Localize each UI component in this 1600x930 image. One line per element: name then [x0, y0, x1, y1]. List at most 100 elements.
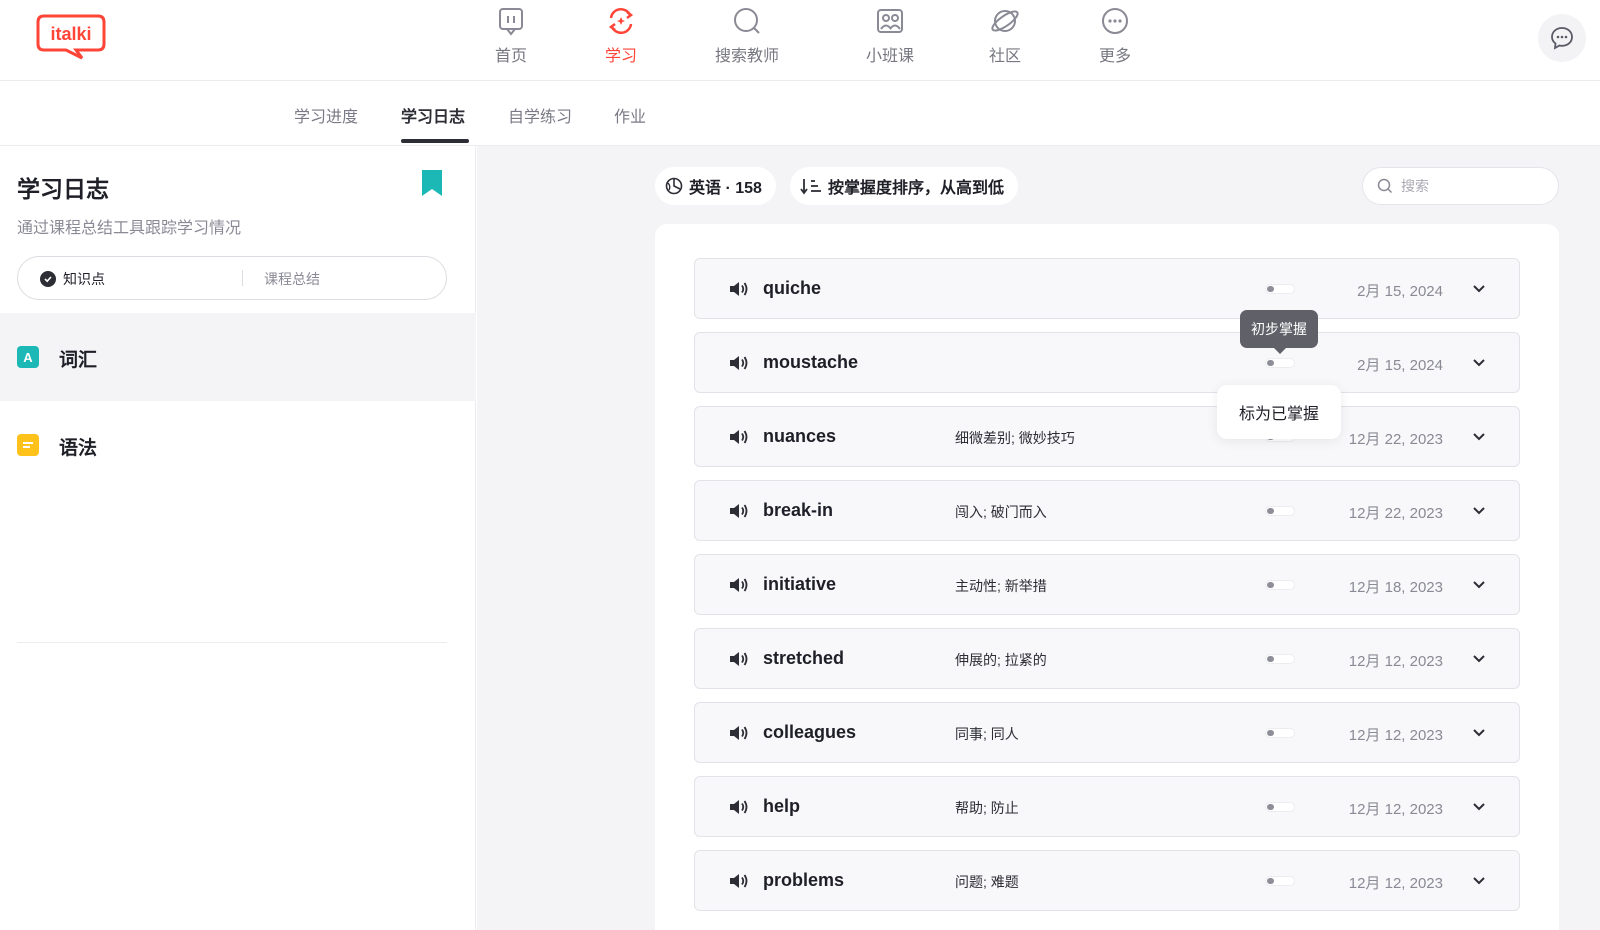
italki-logo[interactable]: italki	[36, 14, 106, 60]
vocab-date: 12月 18, 2023	[1348, 579, 1443, 596]
group-class-icon	[877, 9, 903, 33]
chevron-down-icon[interactable]	[1472, 653, 1486, 665]
sort-descending-icon	[800, 179, 821, 195]
mastery-toggle-knob	[1267, 804, 1274, 810]
vocab-row[interactable]: colleagues 同事; 同人 12月 12, 2023	[694, 702, 1520, 763]
mastery-toggle-knob	[1267, 508, 1274, 514]
speaker-icon[interactable]	[729, 798, 749, 816]
nav-item-learn[interactable]: 学习	[576, 6, 666, 72]
segment-knowledge-points[interactable]: 知识点	[40, 269, 105, 289]
nav-label: 小班课	[865, 48, 914, 65]
speaker-icon[interactable]	[729, 576, 749, 594]
speaker-icon[interactable]	[729, 428, 749, 446]
language-pill-label: 英语 · 158	[689, 180, 762, 197]
vocab-row[interactable]: initiative 主动性; 新举措 12月 18, 2023	[694, 554, 1520, 615]
sidebar-item-grammar[interactable]: 语法	[0, 401, 476, 489]
search-icon	[1377, 178, 1393, 194]
vocab-date: 12月 12, 2023	[1348, 727, 1443, 744]
mastery-toggle[interactable]	[1265, 802, 1295, 812]
mastery-toggle[interactable]	[1265, 580, 1295, 590]
vocab-row[interactable]: nuances 细微差别; 微妙技巧 12月 22, 2023	[694, 406, 1520, 467]
community-icon	[991, 10, 1019, 32]
vocab-word: moustache	[763, 352, 859, 372]
bookmark-icon[interactable]	[422, 170, 442, 196]
search-teacher-icon	[734, 8, 760, 34]
search-input[interactable]	[1401, 178, 1541, 194]
mastery-toggle-knob	[1267, 730, 1274, 736]
vocab-word: break-in	[763, 500, 834, 520]
speaker-icon[interactable]	[729, 354, 749, 372]
speaker-icon[interactable]	[729, 872, 749, 890]
language-filter-pill[interactable]: 英语 · 158	[655, 167, 776, 205]
speaker-icon[interactable]	[729, 280, 749, 298]
vocab-word: quiche	[763, 278, 822, 298]
vocab-definition: 问题; 难题	[955, 874, 1019, 890]
vocab-date: 2月 15, 2024	[1357, 357, 1443, 374]
mastery-toggle[interactable]	[1265, 358, 1295, 368]
vocab-row[interactable]: problems 问题; 难题 12月 12, 2023	[694, 850, 1520, 911]
mastery-toggle[interactable]	[1265, 506, 1295, 516]
tab-learning-log[interactable]: 学习日志	[401, 103, 465, 127]
tab-progress[interactable]: 学习进度	[294, 103, 358, 127]
nav-item-community[interactable]: 社区	[960, 6, 1050, 72]
nav-label: 搜索教师	[714, 48, 779, 65]
chevron-down-icon[interactable]	[1472, 727, 1486, 739]
segment-divider	[242, 270, 243, 286]
sort-pill[interactable]: 按掌握度排序，从高到低	[790, 167, 1019, 205]
chevron-down-icon[interactable]	[1472, 431, 1486, 443]
mastery-toggle[interactable]	[1265, 876, 1295, 886]
active-tab-indicator	[401, 139, 469, 143]
more-icon	[1102, 8, 1128, 34]
nav-item-home[interactable]: 首页	[466, 6, 556, 72]
speaker-icon[interactable]	[729, 502, 749, 520]
speaker-icon[interactable]	[729, 724, 749, 742]
nav-label: 首页	[494, 48, 527, 65]
sub-tabs: 学习进度 学习日志 自学练习 作业	[0, 81, 1600, 146]
vocab-word: help	[763, 796, 801, 816]
vocab-row[interactable]: help 帮助; 防止 12月 12, 2023	[694, 776, 1520, 837]
vocab-word: initiative	[763, 574, 837, 594]
vocab-date: 2月 15, 2024	[1357, 283, 1443, 300]
mark-mastered-button[interactable]: 标为已掌握	[1217, 385, 1341, 439]
home-icon	[499, 8, 523, 36]
vocab-date: 12月 22, 2023	[1348, 505, 1443, 522]
messages-button[interactable]	[1538, 14, 1586, 62]
mastery-toggle[interactable]	[1265, 284, 1295, 294]
vocab-row[interactable]: quiche 2月 15, 2024	[694, 258, 1520, 319]
mastery-toggle-knob	[1267, 360, 1274, 366]
mastery-toggle-knob	[1267, 656, 1274, 662]
tab-self-practice[interactable]: 自学练习	[508, 103, 572, 127]
speaker-icon[interactable]	[729, 650, 749, 668]
vocab-row[interactable]: moustache 2月 15, 2024	[694, 332, 1520, 393]
chevron-down-icon[interactable]	[1472, 801, 1486, 813]
nav-item-search-teacher[interactable]: 搜索教师	[702, 6, 792, 72]
search-box[interactable]	[1362, 167, 1559, 205]
sidebar-item-vocabulary[interactable]: A 词汇	[0, 313, 476, 401]
grammar-badge-icon	[17, 434, 39, 456]
vocab-date: 12月 12, 2023	[1348, 653, 1443, 670]
tab-homework[interactable]: 作业	[614, 103, 646, 127]
chevron-down-icon[interactable]	[1472, 357, 1486, 369]
chevron-down-icon[interactable]	[1472, 579, 1486, 591]
nav-label: 社区	[988, 48, 1021, 65]
chevron-down-icon[interactable]	[1472, 283, 1486, 295]
nav-item-more[interactable]: 更多	[1070, 6, 1160, 72]
nav-label: 更多	[1098, 48, 1131, 65]
chevron-down-icon[interactable]	[1472, 875, 1486, 887]
mastery-toggle[interactable]	[1265, 654, 1295, 664]
vocab-row[interactable]: break-in 闯入; 破门而入 12月 22, 2023	[694, 480, 1520, 541]
vocab-word: stretched	[763, 648, 845, 668]
chevron-down-icon[interactable]	[1472, 505, 1486, 517]
vocab-row[interactable]: stretched 伸展的; 拉紧的 12月 12, 2023	[694, 628, 1520, 689]
vocab-definition: 伸展的; 拉紧的	[955, 652, 1047, 668]
page-title: 学习日志	[17, 176, 109, 202]
sort-pill-label: 按掌握度排序，从高到低	[828, 180, 1005, 197]
segment-label: 课程总结	[264, 271, 320, 287]
page-subtitle: 通过课程总结工具跟踪学习情况	[17, 220, 242, 237]
mastery-toggle[interactable]	[1265, 728, 1295, 738]
nav-item-group-class[interactable]: 小班课	[845, 6, 935, 72]
segment-lesson-summary[interactable]: 课程总结	[264, 269, 320, 289]
sidebar: 学习日志 通过课程总结工具跟踪学习情况 知识点 课程总结 A 词汇 语法	[0, 146, 476, 930]
sidebar-item-label: 语法	[59, 438, 98, 459]
mastery-level-tooltip: 初步掌握	[1240, 310, 1318, 354]
